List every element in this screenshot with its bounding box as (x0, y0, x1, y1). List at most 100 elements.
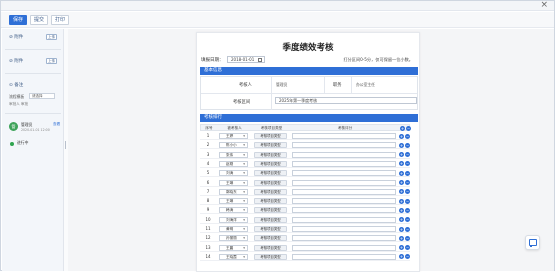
upload-button-2[interactable]: 上传 (46, 58, 57, 64)
remove-row-icon[interactable]: − (405, 226, 410, 232)
remove-row-icon[interactable]: − (405, 245, 410, 251)
person-select[interactable]: 王晨 ▾ (219, 244, 248, 251)
add-row-icon[interactable]: + (399, 142, 404, 148)
add-row-icon[interactable]: + (399, 217, 404, 223)
type-tag[interactable]: 考核项目类型 (254, 142, 287, 149)
type-tag[interactable]: 考核项目类型 (254, 179, 287, 186)
score-input[interactable] (292, 170, 396, 177)
row-number: 5 (206, 170, 210, 176)
person-select[interactable]: 王婷 ▾ (219, 133, 248, 139)
remove-row-icon[interactable]: − (405, 161, 410, 167)
add-row-icon[interactable]: + (399, 198, 404, 204)
upload-button-1[interactable]: 上传 (46, 34, 57, 40)
remove-row-icon[interactable]: − (405, 180, 410, 185)
person-select[interactable]: 王琳 ▾ (219, 179, 248, 186)
submit-button[interactable]: 提交 (30, 15, 48, 25)
person-select[interactable]: 张伟 ▾ (219, 151, 248, 158)
period-value: 2025年第一季度考核 (279, 98, 318, 103)
person-select[interactable]: 郭晓东 ▾ (219, 188, 248, 195)
status-dot-icon (10, 142, 14, 146)
add-row-icon[interactable]: + (399, 180, 404, 185)
remove-row-icon[interactable]: − (405, 152, 410, 158)
type-tag[interactable]: 考核项目类型 (254, 244, 287, 251)
row-number: 9 (206, 207, 210, 213)
person-select[interactable]: 韩涛 ▾ (219, 207, 248, 214)
type-tag[interactable]: 考核项目类型 (254, 198, 287, 205)
person-select[interactable]: 赵刚 ▾ (219, 160, 248, 167)
remove-row-icon[interactable]: − (405, 254, 410, 260)
app-window: × 保存 提交 打印 ⊘ 附件 上传 ⊘ 附件 上传 ⊙ 备注 流程模板 请选择… (0, 0, 555, 272)
view-link[interactable]: 查看 (53, 122, 60, 127)
print-button[interactable]: 打印 (51, 15, 69, 25)
type-tag[interactable]: 考核项目类型 (254, 151, 287, 158)
score-input[interactable] (292, 244, 396, 251)
remove-row-icon[interactable]: − (405, 189, 410, 195)
add-row-icon[interactable]: + (399, 207, 404, 213)
person-select[interactable]: 黄明 ▾ (219, 226, 248, 232)
remove-row-icon[interactable]: − (405, 207, 410, 213)
type-tag[interactable]: 考核项目类型 (254, 235, 287, 242)
score-input[interactable] (292, 179, 396, 186)
attachment-label-2: 附件 (14, 59, 24, 64)
add-row-icon[interactable]: + (399, 161, 404, 167)
remove-row-icon[interactable]: − (405, 198, 410, 204)
score-input[interactable] (292, 235, 396, 242)
type-tag[interactable]: 考核项目类型 (254, 170, 287, 177)
close-icon[interactable]: × (540, 0, 548, 10)
table-row: 13 王晨 ▾ 考核项目类型 + − (200, 244, 410, 252)
remove-row-icon[interactable]: − (405, 170, 410, 176)
calendar-icon[interactable] (258, 58, 262, 62)
add-row-icon[interactable]: + (399, 152, 404, 158)
chevron-down-icon: ▾ (243, 180, 245, 185)
chevron-down-icon: ▾ (243, 152, 245, 157)
remove-row-icon[interactable]: − (405, 133, 410, 139)
score-input[interactable] (292, 160, 396, 167)
drag-handle-icon[interactable] (65, 141, 66, 149)
remove-row-icon[interactable]: − (405, 217, 410, 223)
add-row-icon[interactable]: + (399, 133, 404, 139)
date-input[interactable]: 2018-01-01 (227, 56, 265, 63)
score-input[interactable] (292, 253, 396, 260)
score-input[interactable] (292, 226, 396, 232)
type-tag[interactable]: 考核项目类型 (254, 188, 287, 195)
score-input[interactable] (292, 216, 396, 223)
row-number: 4 (206, 160, 210, 166)
remove-row-icon[interactable]: − (405, 235, 410, 241)
chat-support-button[interactable] (525, 235, 540, 250)
score-input[interactable] (292, 133, 396, 139)
type-tag[interactable]: 考核项目类型 (254, 226, 287, 232)
remove-row-icon[interactable]: − (405, 142, 410, 148)
add-row-icon[interactable]: + (399, 226, 404, 232)
add-row-icon[interactable]: + (400, 125, 405, 131)
template-select[interactable]: 请选择 (29, 93, 55, 99)
save-button[interactable]: 保存 (9, 15, 27, 25)
score-input[interactable] (292, 151, 396, 158)
type-tag[interactable]: 考核项目类型 (254, 160, 287, 167)
remove-row-icon[interactable]: − (406, 125, 411, 131)
person-select[interactable]: 陈小小 ▾ (219, 142, 248, 149)
score-input[interactable] (292, 142, 396, 149)
grid-line (324, 77, 325, 93)
type-tag[interactable]: 考核项目类型 (254, 253, 287, 260)
add-row-icon[interactable]: + (399, 189, 404, 195)
type-tag[interactable]: 考核项目类型 (254, 207, 287, 214)
score-input[interactable] (292, 188, 396, 195)
type-tag[interactable]: 考核项目类型 (254, 216, 287, 223)
person-select[interactable]: 王晓霞 ▾ (219, 253, 248, 260)
score-input[interactable] (292, 198, 396, 205)
person-select[interactable]: 刘涛 ▾ (219, 170, 248, 177)
period-input[interactable]: 2025年第一季度考核 (275, 97, 417, 104)
position-value: 办公室主任 (356, 82, 375, 87)
add-row-icon[interactable]: + (399, 235, 404, 241)
person-select[interactable]: 刘海洋 ▾ (219, 216, 248, 223)
add-row-icon[interactable]: + (399, 170, 404, 176)
divider (5, 113, 61, 114)
add-row-icon[interactable]: + (399, 254, 404, 260)
score-input[interactable] (292, 207, 396, 214)
type-tag[interactable]: 考核项目类型 (254, 133, 287, 139)
person-select[interactable]: 孙丽丽 ▾ (219, 235, 248, 242)
attachment-label-1: 附件 (14, 35, 24, 40)
table-row: 6 王琳 ▾ 考核项目类型 + − (200, 179, 410, 187)
add-row-icon[interactable]: + (399, 245, 404, 251)
person-select[interactable]: 王琳 ▾ (219, 198, 248, 205)
